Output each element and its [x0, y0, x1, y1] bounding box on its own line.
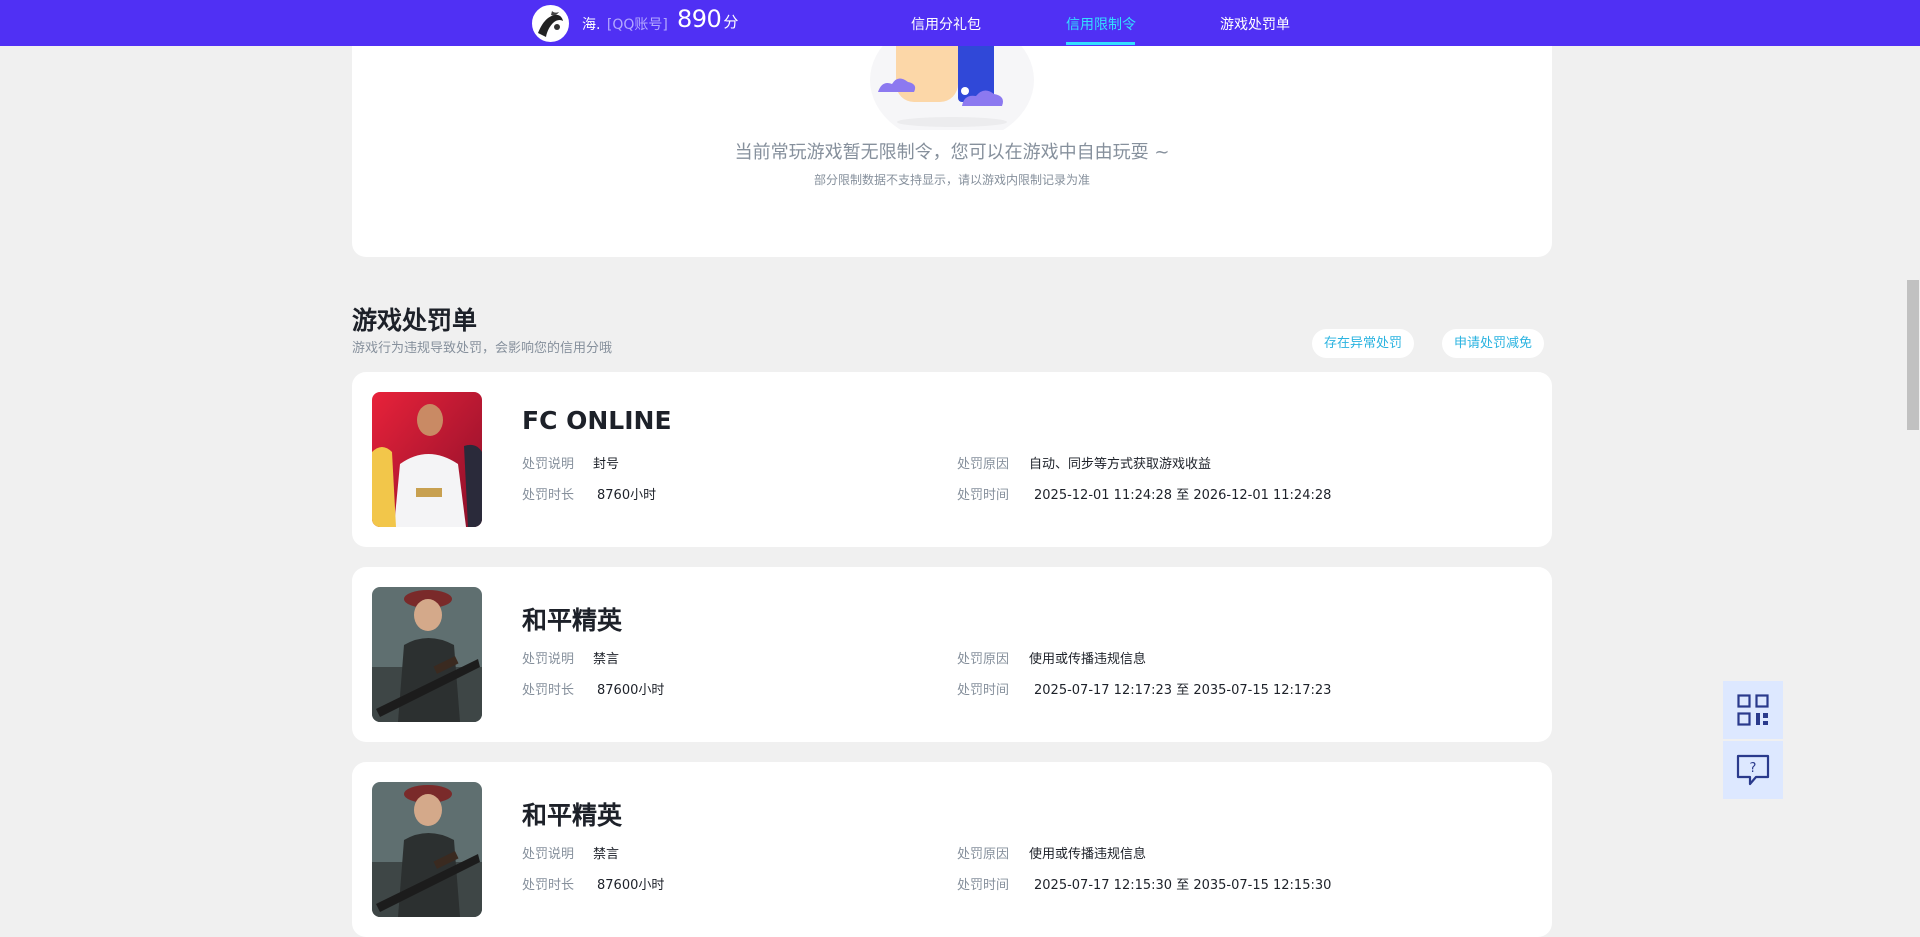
- page-scrollbar-thumb[interactable]: [1907, 280, 1919, 430]
- qr-code-button[interactable]: [1723, 681, 1783, 739]
- help-feedback-button[interactable]: ?: [1723, 741, 1783, 799]
- penalty-reason-value: 自动、同步等方式获取游戏收益: [1029, 457, 1212, 472]
- penalty-time-label: 处罚时间: [957, 683, 1010, 698]
- penalty-reason-label: 处罚原因: [957, 847, 1010, 862]
- penalty-desc-value: 禁言: [593, 847, 620, 862]
- penalty-reason-label: 处罚原因: [957, 652, 1010, 667]
- tab-credit-gift[interactable]: 信用分礼包: [911, 14, 981, 34]
- penalty-card: FC ONLINE 处罚说明 封号 处罚时长 8760小时 处罚原因 自动、同步…: [352, 372, 1552, 547]
- tab-credit-restriction[interactable]: 信用限制令: [1066, 14, 1136, 34]
- section-title: 游戏处罚单: [352, 306, 478, 335]
- appeal-penalty-button[interactable]: 申请处罚减免: [1442, 329, 1545, 358]
- penalty-time-value: 2025-07-17 12:17:23 至 2035-07-15 12:17:2…: [1034, 683, 1332, 698]
- penalty-desc-value: 禁言: [593, 652, 620, 667]
- penalty-card: 和平精英 处罚说明 禁言 处罚时长 87600小时 处罚原因 使用或传播违规信息…: [352, 567, 1552, 742]
- empty-state-message: 当前常玩游戏暂无限制令，您可以在游戏中自由玩耍 ~: [734, 142, 1170, 163]
- penalty-reason-value: 使用或传播违规信息: [1029, 652, 1147, 667]
- section-subtitle: 游戏行为违规导致处罚，会影响您的信用分哦: [352, 341, 613, 356]
- game-name: FC ONLINE: [522, 406, 672, 435]
- penalty-desc-value: 封号: [593, 457, 620, 472]
- penalty-time-value: 2025-12-01 11:24:28 至 2026-12-01 11:24:2…: [1034, 488, 1332, 503]
- account-type: [QQ账号]: [606, 17, 668, 33]
- abnormal-penalty-button[interactable]: 存在异常处罚: [1312, 329, 1415, 358]
- score-unit: 分: [723, 13, 738, 31]
- penalty-duration-value: 8760小时: [597, 488, 657, 503]
- top-nav-bar: 海. [QQ账号] 890 分 信用分礼包 信用限制令 游戏处罚单: [0, 0, 1920, 46]
- game-thumbnail: [372, 782, 482, 917]
- score-value: 890: [677, 5, 722, 33]
- penalty-reason-label: 处罚原因: [957, 457, 1010, 472]
- svg-text:?: ?: [1750, 761, 1757, 776]
- penalty-duration-value: 87600小时: [597, 683, 665, 698]
- tab-game-penalty[interactable]: 游戏处罚单: [1220, 14, 1290, 34]
- credit-score: 890 分: [677, 5, 738, 33]
- nickname-text: 海.: [582, 17, 601, 33]
- active-tab-indicator: [1066, 42, 1135, 45]
- penalty-time-value: 2025-07-17 12:15:30 至 2035-07-15 12:15:3…: [1034, 878, 1332, 893]
- penalty-duration-label: 处罚时长: [522, 683, 575, 698]
- qr-code-icon: [1737, 694, 1769, 726]
- penalty-time-label: 处罚时间: [957, 488, 1010, 503]
- penalty-desc-label: 处罚说明: [522, 847, 575, 862]
- penalty-desc-label: 处罚说明: [522, 457, 575, 472]
- game-name: 和平精英: [522, 606, 623, 635]
- penalty-duration-value: 87600小时: [597, 878, 665, 893]
- user-avatar[interactable]: [532, 5, 569, 42]
- penalty-duration-label: 处罚时长: [522, 878, 575, 893]
- penalty-time-label: 处罚时间: [957, 878, 1010, 893]
- penalty-reason-value: 使用或传播违规信息: [1029, 847, 1147, 862]
- game-thumbnail: [372, 392, 482, 527]
- penalty-desc-label: 处罚说明: [522, 652, 575, 667]
- empty-state-note: 部分限制数据不支持显示，请以游戏内限制记录为准: [813, 173, 1090, 187]
- game-thumbnail: [372, 587, 482, 722]
- game-name: 和平精英: [522, 801, 623, 830]
- help-question-icon: ?: [1736, 754, 1770, 786]
- penalty-card: 和平精英 处罚说明 禁言 处罚时长 87600小时 处罚原因 使用或传播违规信息…: [352, 762, 1552, 937]
- user-nickname: 海. [QQ账号]: [582, 14, 668, 34]
- penalty-duration-label: 处罚时长: [522, 488, 575, 503]
